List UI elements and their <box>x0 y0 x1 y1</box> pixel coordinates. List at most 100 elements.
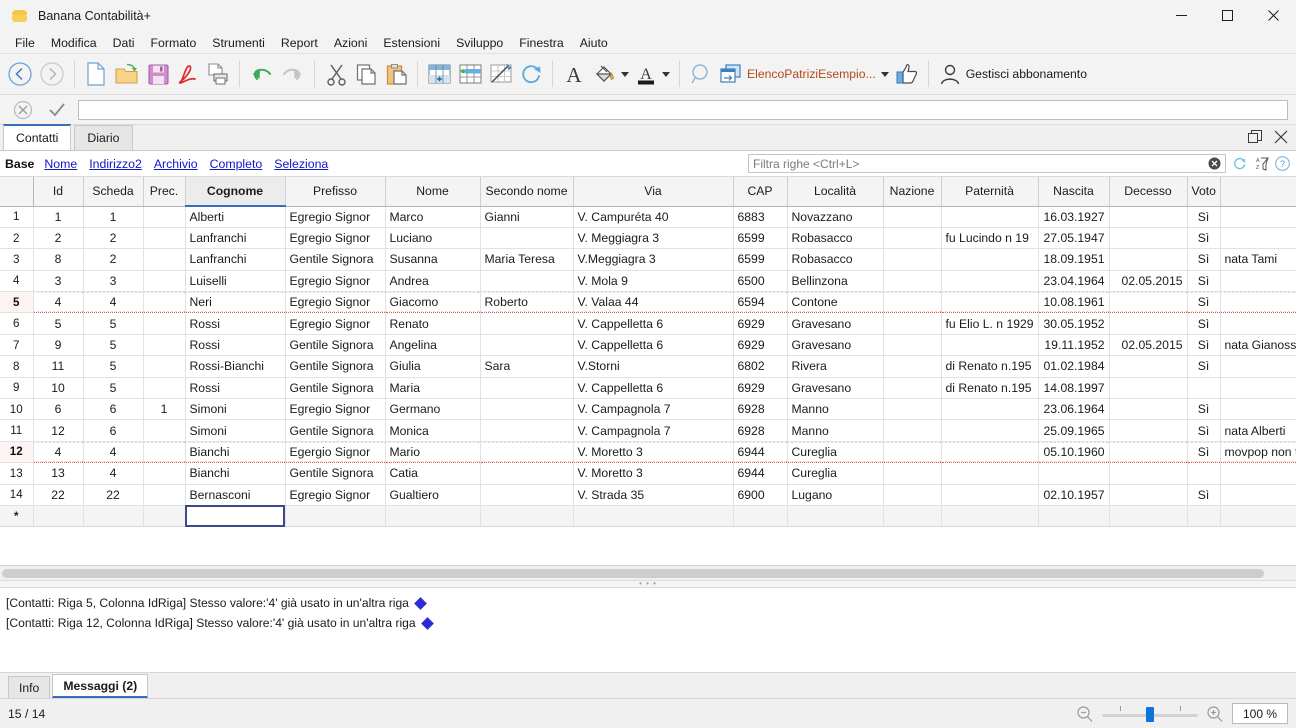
cell-prec[interactable] <box>143 312 186 335</box>
cell-paternita[interactable] <box>941 462 1039 485</box>
column-header-decesso[interactable]: Decesso <box>1109 177 1188 207</box>
text-color-chevron-down-icon[interactable] <box>662 71 670 77</box>
maximize-button[interactable] <box>1204 0 1250 32</box>
cell-nazione[interactable] <box>883 227 942 250</box>
cell-paternita[interactable] <box>941 398 1039 421</box>
cell-cap[interactable]: 6928 <box>733 419 788 442</box>
cell-via[interactable]: V. Cappelletta 6 <box>573 334 734 357</box>
cell-decesso[interactable] <box>1109 505 1188 528</box>
cell-cap[interactable]: 6599 <box>733 248 788 271</box>
cell-prec[interactable] <box>143 291 186 314</box>
cell-via[interactable]: V. Cappelletta 6 <box>573 312 734 335</box>
cell-cap[interactable] <box>733 505 788 528</box>
cell-secondo_nome[interactable] <box>480 377 574 400</box>
cell-id[interactable]: 22 <box>33 484 84 506</box>
cell-voto[interactable]: Sì <box>1187 206 1221 228</box>
cell-cognome[interactable]: Lanfranchi <box>185 248 286 271</box>
message-row[interactable]: [Contatti: Riga 12, Colonna IdRiga] Stes… <box>6 613 1290 633</box>
cell-nascita[interactable]: 18.09.1951 <box>1038 248 1110 271</box>
row-header-cell[interactable]: 13 <box>0 462 34 485</box>
cell-decesso[interactable] <box>1109 419 1188 442</box>
cell-nome[interactable]: Giacomo <box>385 291 481 314</box>
cell-note[interactable]: nata Tami <box>1220 248 1296 271</box>
cell-paternita[interactable] <box>941 484 1039 506</box>
cell-scheda[interactable]: 4 <box>83 462 144 485</box>
cell-cognome[interactable]: Bianchi <box>185 462 286 485</box>
restore-window-button[interactable] <box>1248 130 1262 144</box>
cell-scheda[interactable]: 5 <box>83 355 144 378</box>
row-header-cell[interactable]: 3 <box>0 248 34 271</box>
cell-cap[interactable]: 6883 <box>733 206 788 228</box>
cell-paternita[interactable] <box>941 334 1039 357</box>
cell-nazione[interactable] <box>883 270 942 293</box>
cell-localita[interactable]: Bellinzona <box>787 270 884 293</box>
zoom-slider-knob[interactable] <box>1146 706 1154 722</box>
cell-scheda[interactable]: 6 <box>83 419 144 442</box>
cell-paternita[interactable] <box>941 419 1039 442</box>
cell-localita[interactable]: Gravesano <box>787 312 884 335</box>
cell-nome[interactable]: Germano <box>385 398 481 421</box>
fill-color-button[interactable] <box>589 57 632 91</box>
cell-scheda[interactable]: 5 <box>83 377 144 400</box>
menu-modifica[interactable]: Modifica <box>43 34 105 52</box>
cell-localita[interactable]: Lugano <box>787 484 884 506</box>
manage-subscription-button[interactable]: Gestisci abbonamento <box>935 57 1090 91</box>
cell-decesso[interactable] <box>1109 398 1188 421</box>
column-header-via[interactable]: Via <box>573 177 734 207</box>
table-row[interactable]: 9 10 5 Rossi Gentile Signora Maria V. Cappelle… <box>0 377 1296 400</box>
cell-nascita[interactable]: 16.03.1927 <box>1038 206 1110 228</box>
cell-note[interactable] <box>1220 484 1296 506</box>
cell-nazione[interactable] <box>883 398 942 421</box>
close-button[interactable] <box>1250 0 1296 32</box>
row-header-cell[interactable]: 4 <box>0 270 34 293</box>
cell-scheda[interactable] <box>83 505 144 528</box>
menu-formato[interactable]: Formato <box>143 34 205 52</box>
table-row[interactable]: * <box>0 505 1296 528</box>
cell-cap[interactable]: 6928 <box>733 398 788 421</box>
cell-cognome[interactable]: Rossi <box>185 312 286 335</box>
cell-decesso[interactable] <box>1109 227 1188 250</box>
column-header-cognome[interactable]: Cognome <box>185 177 286 207</box>
cut-button[interactable] <box>321 57 351 91</box>
cell-cap[interactable]: 6802 <box>733 355 788 378</box>
view-seleziona[interactable]: Seleziona <box>274 157 328 171</box>
column-header-nazione[interactable]: Nazione <box>883 177 942 207</box>
cell-decesso[interactable] <box>1109 291 1188 314</box>
cell-prec[interactable] <box>143 505 186 528</box>
cell-secondo_nome[interactable] <box>480 227 574 250</box>
search-button[interactable] <box>686 57 716 91</box>
cell-nome[interactable]: Monica <box>385 419 481 442</box>
table-row[interactable]: 10 6 6 1 Simoni Egregio Signor Germano V. Campa… <box>0 398 1296 421</box>
cell-note[interactable] <box>1220 377 1296 400</box>
cell-via[interactable]: V. Mola 9 <box>573 270 734 293</box>
cell-note[interactable] <box>1220 398 1296 421</box>
cell-nazione[interactable] <box>883 291 942 314</box>
cell-cognome[interactable]: Alberti <box>185 206 286 228</box>
cell-nascita[interactable]: 23.04.1964 <box>1038 270 1110 293</box>
cell-nazione[interactable] <box>883 206 942 228</box>
cell-prefisso[interactable]: Egregio Signor <box>285 291 386 314</box>
filter-refresh-icon[interactable] <box>1232 156 1247 171</box>
cell-cognome[interactable]: Rossi <box>185 377 286 400</box>
menu-strumenti[interactable]: Strumenti <box>204 34 273 52</box>
cell-nazione[interactable] <box>883 462 942 485</box>
message-row[interactable]: [Contatti: Riga 5, Colonna IdRiga] Stess… <box>6 593 1290 613</box>
cell-nome[interactable]: Andrea <box>385 270 481 293</box>
view-completo[interactable]: Completo <box>210 157 263 171</box>
column-header-secondo_nome[interactable]: Secondo nome <box>480 177 574 207</box>
cell-via[interactable]: V. Campagnola 7 <box>573 398 734 421</box>
column-header-paternita[interactable]: Paternità <box>941 177 1039 207</box>
cell-note[interactable] <box>1220 312 1296 335</box>
cell-nazione[interactable] <box>883 484 942 506</box>
menu-aiuto[interactable]: Aiuto <box>572 34 616 52</box>
cell-nazione[interactable] <box>883 312 942 335</box>
cell-nascita[interactable]: 14.08.1997 <box>1038 377 1110 400</box>
cell-prefisso[interactable]: Gentile Signora <box>285 355 386 378</box>
cell-cap[interactable]: 6599 <box>733 227 788 250</box>
cell-decesso[interactable] <box>1109 248 1188 271</box>
cell-note[interactable] <box>1220 270 1296 293</box>
row-header-corner[interactable] <box>0 177 34 207</box>
cell-prec[interactable] <box>143 355 186 378</box>
cell-localita[interactable]: Rivera <box>787 355 884 378</box>
cell-scheda[interactable]: 1 <box>83 206 144 228</box>
